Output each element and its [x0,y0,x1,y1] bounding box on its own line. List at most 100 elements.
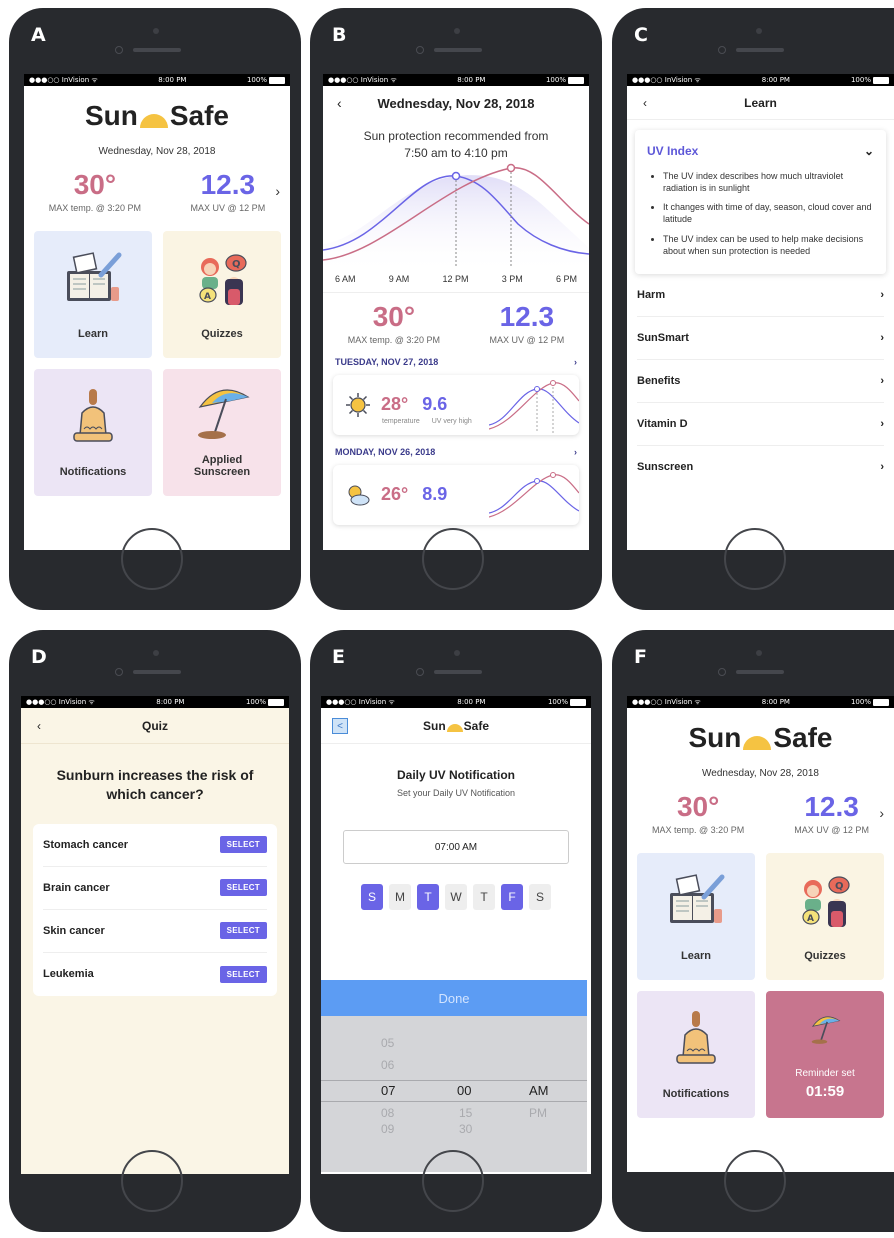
selected-hour[interactable]: 07 [381,1081,395,1101]
select-button[interactable]: SELECT [219,965,267,983]
answer-option[interactable]: Skin cancer SELECT [43,910,267,953]
home-button [121,528,183,590]
hour-option[interactable]: 08 [381,1106,394,1120]
quizzes-tile[interactable]: Q A Quizzes [163,231,281,358]
logo-text-left: Sun [688,722,742,753]
carrier-label: ●●●○○ InVision ᯤ [29,75,98,84]
today-stats[interactable]: 30° MAX temp. @ 3:20 PM 12.3 MAX UV @ 12… [24,169,290,213]
home-button [422,528,484,590]
minute-option[interactable]: 15 [459,1106,472,1120]
selected-minute[interactable]: 00 [457,1081,471,1101]
weekday-toggle[interactable]: S [529,884,551,910]
back-icon[interactable]: ‹ [337,95,342,111]
home-button [724,528,786,590]
partly-cloudy-icon [348,485,370,506]
logo-text-left: Sun [84,100,138,131]
uv-index-accordion[interactable]: UV Index ⌄ The UV index describes how mu… [635,130,886,274]
minute-option[interactable]: 30 [459,1122,472,1136]
topic-sunscreen[interactable]: Sunscreen › [637,446,884,489]
svg-text:A: A [807,914,814,924]
logo-text-left: Sun [422,718,446,733]
detail-header: ‹ Wednesday, Nov 28, 2018 [323,86,589,120]
hour-option[interactable]: 06 [381,1058,394,1072]
reminder-countdown: 01:59 [805,1083,845,1100]
carrier-label: ●●●○○ InVision ᯤ [632,697,701,706]
weekday-toggle[interactable]: T [417,884,439,910]
status-time: 8:00 PM [158,76,187,84]
day-temp: 26° [381,484,409,505]
hour-option[interactable]: 05 [381,1036,394,1050]
earpiece-speaker [736,48,784,52]
temp-label: temperature [382,417,420,425]
weekday-toggle[interactable]: M [389,884,411,910]
answer-option[interactable]: Brain cancer SELECT [43,867,267,910]
select-button[interactable]: SELECT [219,836,267,854]
menu-tiles: Learn Q A Quizzes [24,231,290,496]
answer-option[interactable]: Stomach cancer SELECT [43,824,267,867]
chevron-right-icon: › [880,417,884,430]
max-temp-stat: 30° MAX temp. @ 3:20 PM [49,169,141,213]
topic-benefits[interactable]: Benefits › [637,360,884,403]
back-icon[interactable]: ‹ [37,719,41,733]
front-camera [718,668,726,676]
time-picker[interactable]: 05 06 07 00 AM 08 15 PM 09 30 [321,1016,587,1172]
chevron-right-icon[interactable]: › [879,805,884,821]
hour-option[interactable]: 09 [381,1122,394,1136]
weekday-toggle[interactable]: S [361,884,383,910]
uv-index-header[interactable]: UV Index ⌄ [647,144,874,158]
learn-tile[interactable]: Learn [637,853,755,980]
option-label: Brain cancer [43,881,110,894]
sun-logo-icon [446,723,463,732]
max-uv-caption: MAX UV @ 12 PM [489,334,565,345]
topic-sunsmart[interactable]: SunSmart › [637,317,884,360]
applied-label-line2: Sunscreen [193,466,251,478]
day-card-tuesday[interactable]: 28° 9.6 temperature UV very high [333,375,579,435]
day-card-monday[interactable]: 26° 8.9 [333,465,579,525]
status-bar: ●●●○○ InVision ᯤ 8:00 PM 100% [21,696,289,708]
bullet-item: It changes with time of day, season, clo… [663,201,874,225]
bell-icon [676,1011,716,1064]
selected-period[interactable]: AM [529,1081,549,1101]
battery-percent: 100% [850,76,871,84]
weekday-toggle[interactable]: F [501,884,523,910]
sensor [756,650,762,656]
time-tick: 3 PM [501,273,523,284]
topic-vitamin-d[interactable]: Vitamin D › [637,403,884,446]
max-temp-caption: MAX temp. @ 3:20 PM [347,334,440,345]
applied-sunscreen-tile[interactable]: Applied Sunscreen [163,369,281,496]
notification-time-field[interactable]: 07:00 AM [343,830,569,864]
status-time: 8:00 PM [761,698,790,706]
sun-logo-icon [139,114,168,128]
period-option[interactable]: PM [529,1106,547,1120]
weekday-toggle[interactable]: W [445,884,467,910]
day-header-monday[interactable]: MONDAY, NOV 26, 2018 › [323,447,589,457]
back-icon[interactable]: < [332,718,348,734]
notifications-tile[interactable]: Notifications [34,369,152,496]
front-camera [416,46,424,54]
status-bar: ●●●○○ InVision ᯤ 8:00 PM 100% [24,74,290,86]
answer-option[interactable]: Leukemia SELECT [43,953,267,996]
learn-label: Learn [681,950,711,962]
reminder-tile[interactable]: Reminder set 01:59 [766,991,884,1118]
weekday-toggle[interactable]: T [473,884,495,910]
uv-index-bullets: The UV index describes how much ultravio… [647,170,874,257]
day-header-tuesday[interactable]: TUESDAY, NOV 27, 2018 › [323,357,589,367]
day-card-labels: temperature UV very high [382,418,472,425]
quizzes-tile[interactable]: Q A Quizzes [766,853,884,980]
uv-label: UV very high [431,417,472,425]
battery-icon [872,76,889,84]
done-button[interactable]: Done [321,980,587,1016]
learn-screen: ●●●○○ InVision ᯤ 8:00 PM 100% ‹ Learn UV… [627,74,894,550]
learn-tile[interactable]: Learn [34,231,152,358]
battery: 100% [851,698,889,706]
chevron-right-icon[interactable]: › [275,183,280,199]
select-button[interactable]: SELECT [219,879,267,897]
topic-harm[interactable]: Harm › [637,274,884,317]
notifications-tile[interactable]: Notifications [637,991,755,1118]
back-icon[interactable]: ‹ [643,96,647,110]
today-stats[interactable]: 30° MAX temp. @ 3:20 PM 12.3 MAX UV @ 12… [627,791,894,835]
time-tick: 9 AM [388,273,410,284]
battery-percent: 100% [850,698,871,706]
select-button[interactable]: SELECT [219,922,267,940]
battery: 100% [247,76,285,84]
